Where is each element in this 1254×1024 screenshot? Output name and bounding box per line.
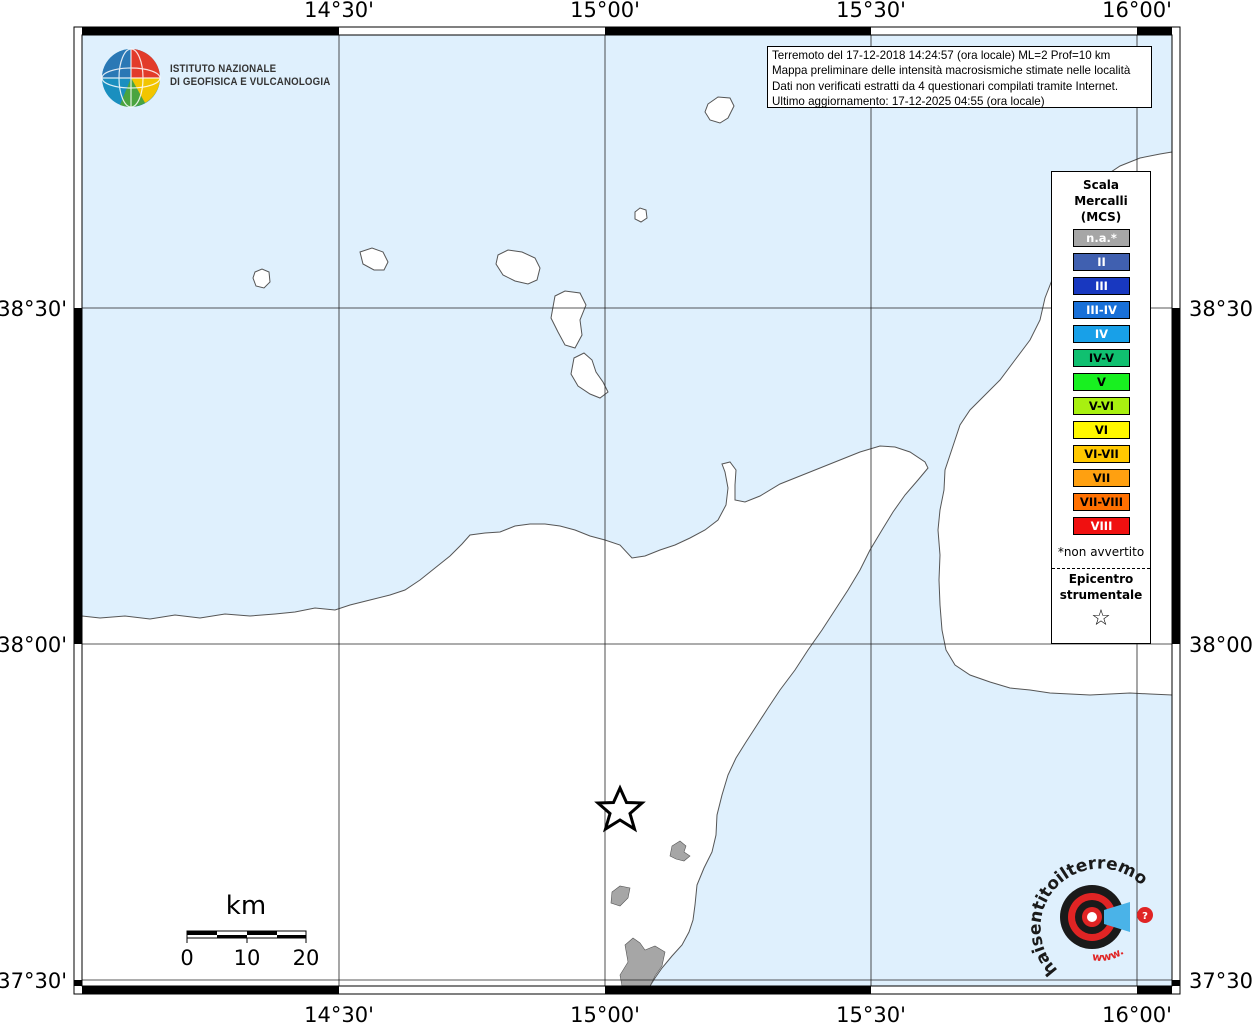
legend-swatch: n.a.* <box>1073 229 1130 247</box>
lon-label: 14°30' <box>304 0 374 22</box>
lat-label: 38°30' <box>1189 297 1254 321</box>
logo-line: DI GEOFISICA E VULCANOLOGIA <box>170 76 331 88</box>
lon-label: 15°00' <box>570 0 640 22</box>
info-line: Dati non verificati estratti da 4 questi… <box>772 79 1119 93</box>
lat-label: 37°30' <box>0 969 67 993</box>
lon-label: 15°30' <box>836 1003 906 1024</box>
ingv-logo-text: ISTITUTO NAZIONALE DI GEOFISICA E VULCAN… <box>170 63 330 89</box>
lat-labels-right: 38°30' 38°00' 37°30' <box>1189 297 1254 993</box>
legend-swatch: IV-V <box>1073 349 1130 367</box>
legend-title-line: (MCS) <box>1080 210 1122 224</box>
svg-text:?: ? <box>1142 911 1148 922</box>
scale-tick-label: 20 <box>293 946 320 970</box>
lon-labels-top: 14°30' 15°00' 15°30' 16°00' <box>304 0 1172 22</box>
legend-swatch: V <box>1073 373 1130 391</box>
lat-label: 38°30' <box>0 297 67 321</box>
lat-labels-left: 38°30' 38°00' 37°30' <box>0 297 67 993</box>
legend-star-icon: ☆ <box>1091 606 1111 631</box>
scale-unit: km <box>226 891 266 921</box>
legend-swatch: IV <box>1073 325 1130 343</box>
lon-label: 15°00' <box>570 1003 640 1024</box>
legend-title-line: Mercalli <box>1074 194 1128 208</box>
legend-swatch: III-IV <box>1073 301 1130 319</box>
scale-tick-label: 0 <box>180 946 193 970</box>
ingv-logo-icon <box>101 48 161 108</box>
legend-epicenter-line: Epicentro <box>1068 572 1134 586</box>
legend-epicenter-label: Epicentro strumentale <box>1052 571 1150 603</box>
mcs-legend: Scala Mercalli (MCS) n.a.* II III III-IV IV I… <box>1051 171 1151 644</box>
logo-line: ISTITUTO NAZIONALE <box>170 63 277 75</box>
lon-labels-bottom: 14°30' 15°00' 15°30' 16°00' <box>304 1003 1172 1024</box>
lat-label: 38°00' <box>1189 633 1254 657</box>
legend-swatch: VIII <box>1073 517 1130 535</box>
lon-label: 16°00' <box>1102 0 1172 22</box>
legend-title-line: Scala <box>1082 178 1120 192</box>
scale-tick-label: 10 <box>234 946 261 970</box>
info-line: Mappa preliminare delle intensità macros… <box>772 64 1131 78</box>
lon-label: 16°00' <box>1102 1003 1172 1024</box>
legend-swatch: II <box>1073 253 1130 271</box>
lat-label: 37°30' <box>1189 969 1254 993</box>
legend-footnote: *non avvertito <box>1057 545 1145 559</box>
legend-swatch: VI <box>1073 421 1130 439</box>
legend-epicenter-line: strumentale <box>1059 588 1143 602</box>
lat-label: 38°00' <box>0 633 67 657</box>
lon-label: 14°30' <box>304 1003 374 1024</box>
event-info-box: Terremoto del 17-12-2018 14:24:57 (ora l… <box>767 46 1152 108</box>
legend-title: Scala Mercalli (MCS) <box>1052 177 1150 225</box>
info-line: Terremoto del 17-12-2018 14:24:57 (ora l… <box>772 49 1111 62</box>
legend-swatch: III <box>1073 277 1130 295</box>
info-line: Ultimo aggiornamento: 17-12-2025 04:55 (… <box>772 95 1045 108</box>
legend-swatch: VI-VII <box>1073 445 1130 463</box>
lon-label: 15°30' <box>836 0 906 22</box>
legend-swatch: V-VI <box>1073 397 1130 415</box>
legend-separator <box>1052 568 1150 569</box>
island-alicudi <box>252 268 271 289</box>
legend-swatch: VII-VIII <box>1073 493 1130 511</box>
legend-swatch: VII <box>1073 469 1130 487</box>
